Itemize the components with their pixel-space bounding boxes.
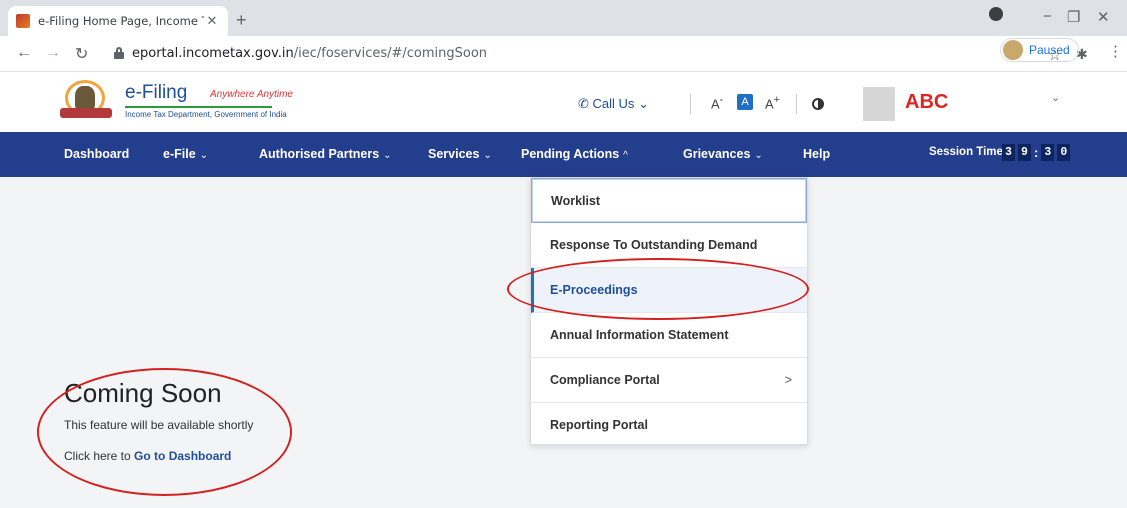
nav-label: Dashboard (64, 147, 130, 161)
menu-item-worklist[interactable]: Worklist (531, 178, 807, 223)
font-increase-label: A (765, 96, 774, 112)
browser-tab-bar: e-Filing Home Page, Income Tax | ✕ + − ❐… (0, 0, 1127, 36)
font-decrease-label: A (711, 96, 720, 112)
chevron-down-icon: ⌄ (638, 96, 649, 111)
nav-label: Help (803, 147, 831, 161)
menu-item-label: Response To Outstanding Demand (550, 238, 758, 252)
back-arrow-icon[interactable]: ← (16, 44, 32, 62)
nav-help[interactable]: Help (803, 147, 830, 161)
main-nav: Dashboard e-File ⌄ Authorised Partners ⌄ S… (0, 132, 1127, 177)
chevron-down-icon: ⌄ (483, 150, 492, 161)
font-decrease-button[interactable]: A- (711, 94, 723, 111)
nav-label: Pending Actions (521, 147, 620, 161)
highlight-oval-coming-soon (37, 368, 292, 496)
nav-label: e-File (163, 147, 196, 161)
header-divider-2 (796, 94, 797, 114)
nav-label: Authorised Partners (259, 147, 380, 161)
timer-digit: 3 (1002, 144, 1015, 161)
close-window-icon[interactable]: ✕ (1097, 8, 1110, 26)
font-normal-button[interactable]: A (737, 94, 753, 110)
chevron-down-icon: ⌄ (383, 150, 392, 161)
profile-avatar (1003, 40, 1023, 60)
efiling-favicon-icon (16, 14, 30, 28)
call-us-dropdown[interactable]: ✆ Call Us ⌄ (578, 96, 649, 112)
nav-efile[interactable]: e-File ⌄ (163, 147, 208, 161)
logo-tagline: Anywhere Anytime (210, 89, 293, 100)
timer-colon: : (1034, 145, 1039, 160)
chevron-right-icon: > (784, 373, 792, 387)
record-icon[interactable] (989, 7, 1003, 21)
timer-digit: 3 (1041, 144, 1055, 161)
browser-tab[interactable]: e-Filing Home Page, Income Tax | ✕ (8, 6, 228, 36)
tab-title: e-Filing Home Page, Income Tax | (38, 14, 204, 28)
url-host: eportal.incometax.gov.in (132, 46, 294, 61)
kebab-menu-icon[interactable]: ⋮ (1108, 42, 1123, 60)
profile-button[interactable]: Paused (1000, 38, 1079, 62)
lock-icon (114, 47, 124, 59)
logo-underline (125, 106, 272, 108)
chevron-down-icon: ⌄ (199, 150, 209, 161)
site-header: e-Filing Anywhere Anytime Income Tax Dep… (0, 72, 1127, 132)
url-field[interactable]: eportal.incometax.gov.in/iec/foservices/… (100, 40, 1110, 68)
forward-arrow-icon[interactable]: → (45, 44, 61, 62)
browser-address-bar: ← → ↻ eportal.incometax.gov.in/iec/foser… (0, 36, 1127, 72)
restore-icon[interactable]: ❐ (1067, 8, 1080, 26)
user-menu-chevron-icon[interactable]: ⌄ (1051, 91, 1060, 104)
screen: e-Filing Home Page, Income Tax | ✕ + − ❐… (0, 0, 1127, 508)
new-tab-button[interactable]: + (236, 10, 247, 31)
user-avatar[interactable] (863, 87, 895, 121)
nav-authorised-partners[interactable]: Authorised Partners ⌄ (259, 147, 392, 161)
menu-item-label: Worklist (551, 194, 601, 208)
contrast-icon[interactable] (812, 98, 824, 110)
font-increase-button[interactable]: A+ (765, 94, 780, 111)
phone-icon: ✆ (578, 96, 589, 111)
nav-grievances[interactable]: Grievances ⌄ (683, 147, 763, 161)
highlight-oval-e-proceedings (507, 258, 809, 320)
nav-pending-actions[interactable]: Pending Actions ^ (521, 147, 628, 161)
nav-label: Services (428, 147, 480, 161)
tab-close-icon[interactable]: ✕ (204, 14, 220, 29)
profile-status: Paused (1029, 43, 1070, 57)
logo-title: e-Filing (125, 82, 188, 103)
session-time-label: Session Time (929, 146, 1003, 158)
chevron-down-icon: ⌄ (754, 150, 763, 161)
nav-label: Grievances (683, 147, 751, 161)
nav-services[interactable]: Services ⌄ (428, 147, 492, 161)
minimize-icon[interactable]: − (1043, 8, 1052, 25)
menu-item-compliance-portal[interactable]: Compliance Portal > (531, 358, 807, 403)
user-name[interactable]: ABC (905, 91, 948, 114)
reload-icon[interactable]: ↻ (75, 44, 88, 64)
header-divider (690, 94, 691, 114)
emblem-logo-icon[interactable] (60, 80, 118, 120)
menu-item-reporting-portal[interactable]: Reporting Portal (531, 403, 807, 448)
timer-digit: 0 (1057, 144, 1071, 161)
timer-digit: 9 (1018, 144, 1031, 161)
menu-item-label: Annual Information Statement (550, 328, 729, 342)
call-us-label: Call Us (592, 96, 635, 111)
session-timer: 3 9 : 3 0 (1002, 144, 1073, 161)
menu-item-label: Reporting Portal (550, 418, 648, 432)
url-path: /iec/foservices/#/comingSoon (293, 46, 488, 61)
url-text: eportal.incometax.gov.in/iec/foservices/… (132, 46, 487, 61)
nav-dashboard[interactable]: Dashboard (64, 147, 129, 161)
logo-subtitle: Income Tax Department, Government of Ind… (125, 110, 287, 119)
menu-item-label: Compliance Portal (550, 373, 660, 387)
chevron-up-icon: ^ (623, 150, 628, 161)
